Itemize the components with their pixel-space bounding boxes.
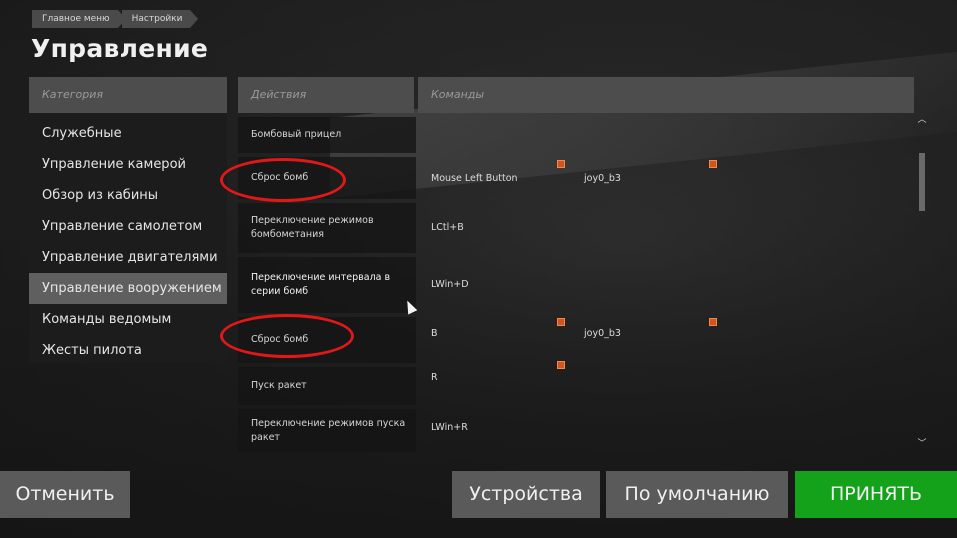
command-primary[interactable]: B bbox=[431, 328, 438, 339]
table-row[interactable]: Пуск ракет R bbox=[238, 361, 914, 405]
category-item-cockpit-view[interactable]: Обзор из кабины bbox=[29, 180, 227, 211]
action-label: Бомбовый прицел bbox=[238, 117, 416, 153]
scroll-up-icon[interactable]: ︿ bbox=[917, 115, 927, 125]
page-title: Управление bbox=[31, 34, 209, 63]
binding-marker[interactable] bbox=[557, 361, 565, 369]
action-label: Переключение режимов пуска ракет bbox=[238, 409, 416, 452]
command-primary[interactable]: LWin+R bbox=[431, 422, 468, 433]
category-item-pilot-gestures[interactable]: Жесты пилота bbox=[29, 335, 227, 366]
highlight-circle bbox=[220, 314, 354, 358]
command-secondary[interactable]: joy0_b3 bbox=[584, 173, 621, 184]
actions-column-header: Действия bbox=[238, 77, 414, 113]
defaults-button[interactable]: По умолчанию bbox=[606, 471, 788, 518]
category-item-camera[interactable]: Управление камерой bbox=[29, 149, 227, 180]
accept-button[interactable]: ПРИНЯТЬ bbox=[795, 471, 957, 518]
action-label: Переключение интервала в серии бомб bbox=[238, 257, 416, 313]
commands-column-header: Команды bbox=[418, 77, 914, 113]
command-primary[interactable]: LWin+D bbox=[431, 279, 469, 290]
category-item-weapons[interactable]: Управление вооружением bbox=[29, 273, 227, 304]
command-secondary[interactable]: joy0_b3 bbox=[584, 328, 621, 339]
highlight-circle bbox=[220, 158, 346, 202]
category-item-engines[interactable]: Управление двигателями bbox=[29, 242, 227, 273]
category-panel: Категория Служебные Управление камерой О… bbox=[29, 77, 227, 363]
action-label: Переключение режимов бомбометания bbox=[238, 203, 416, 253]
category-header: Категория bbox=[29, 77, 227, 113]
binding-marker[interactable] bbox=[557, 160, 565, 168]
scroll-thumb[interactable] bbox=[919, 153, 925, 211]
scroll-down-icon[interactable]: ﹀ bbox=[917, 439, 927, 449]
cancel-button[interactable]: Отменить bbox=[0, 471, 130, 518]
binding-marker[interactable] bbox=[709, 318, 717, 326]
table-row[interactable]: Бомбовый прицел bbox=[238, 117, 914, 153]
table-row[interactable]: Переключение режимов пуска ракет LWin+R bbox=[238, 409, 914, 452]
devices-button[interactable]: Устройства bbox=[452, 471, 600, 518]
command-primary[interactable]: R bbox=[431, 372, 438, 383]
binding-marker[interactable] bbox=[709, 160, 717, 168]
command-primary[interactable]: LCtl+B bbox=[431, 222, 464, 233]
table-scrollbar[interactable]: ︿ ﹀ bbox=[917, 115, 927, 451]
command-primary[interactable]: Mouse Left Button bbox=[431, 173, 518, 184]
binding-marker[interactable] bbox=[557, 318, 565, 326]
category-item-aircraft[interactable]: Управление самолетом bbox=[29, 211, 227, 242]
table-row[interactable]: Переключение интервала в серии бомб LWin… bbox=[238, 257, 914, 313]
table-row[interactable]: Переключение режимов бомбометания LCtl+B bbox=[238, 203, 914, 253]
category-item-service[interactable]: Служебные bbox=[29, 118, 227, 149]
bindings-table: Действия Команды Бомбовый прицел Сброс б… bbox=[238, 77, 914, 452]
breadcrumb-settings[interactable]: Настройки bbox=[121, 10, 199, 28]
breadcrumb-main-menu[interactable]: Главное меню bbox=[32, 10, 126, 28]
category-item-wingmen[interactable]: Команды ведомым bbox=[29, 304, 227, 335]
action-label: Пуск ракет bbox=[238, 367, 416, 405]
breadcrumb: Главное меню Настройки bbox=[32, 10, 199, 28]
